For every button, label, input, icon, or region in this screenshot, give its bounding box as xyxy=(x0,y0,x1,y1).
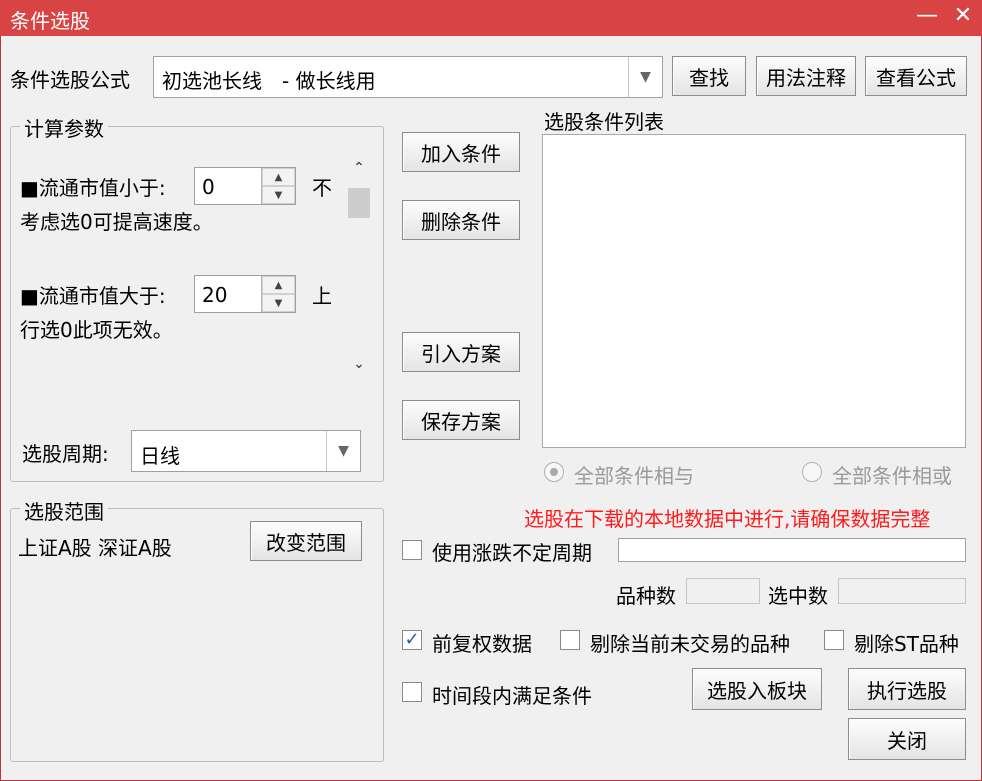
scroll-up-icon[interactable]: ⌃ xyxy=(348,160,370,176)
exclude-untraded-checkbox[interactable] xyxy=(560,630,580,650)
exclude-st-label: 剔除ST品种 xyxy=(854,632,959,656)
forward-adjust-checkbox[interactable]: ✓ xyxy=(402,630,422,650)
selected-field xyxy=(838,578,966,604)
import-scheme-button[interactable]: 引入方案 xyxy=(402,332,520,372)
forward-adjust-label: 前复权数据 xyxy=(432,632,532,656)
formula-value: 初选池长线 - 做长线用 xyxy=(162,69,376,93)
irregular-period-field[interactable] xyxy=(618,538,966,562)
radio-and[interactable] xyxy=(544,462,564,482)
scope-value: 上证A股 深证A股 xyxy=(18,536,172,560)
close-window-button[interactable]: ✕ xyxy=(948,3,978,28)
spin-down-icon[interactable]: ▼ xyxy=(262,186,295,204)
scope-legend: 选股范围 xyxy=(20,496,108,525)
exclude-untraded-label: 剔除当前未交易的品种 xyxy=(590,632,790,656)
chevron-down-icon[interactable]: ▼ xyxy=(628,57,662,97)
min-cap-suffix: 上 xyxy=(312,284,332,308)
max-cap-suffix: 不 xyxy=(312,176,332,200)
radio-and-label: 全部条件相与 xyxy=(574,464,694,488)
radio-or[interactable] xyxy=(802,462,822,482)
radio-or-label: 全部条件相或 xyxy=(832,464,952,488)
formula-label: 条件选股公式 xyxy=(10,68,130,92)
count-field xyxy=(686,578,760,604)
title-bar[interactable] xyxy=(0,0,982,36)
min-cap-note: 行选0此项无效。 xyxy=(20,318,173,342)
add-to-board-button[interactable]: 选股入板块 xyxy=(692,668,822,710)
period-label: 选股周期: xyxy=(22,442,109,466)
max-cap-stepper[interactable]: 0 ▲ ▼ xyxy=(194,167,296,205)
save-scheme-button[interactable]: 保存方案 xyxy=(402,400,520,440)
find-button[interactable]: 查找 xyxy=(672,56,746,96)
window-title: 条件选股 xyxy=(10,9,90,33)
add-condition-button[interactable]: 加入条件 xyxy=(402,132,520,172)
condition-list-label: 选股条件列表 xyxy=(544,110,664,134)
selected-label: 选中数 xyxy=(768,584,828,608)
formula-combobox[interactable]: 初选池长线 - 做长线用 ▼ xyxy=(153,56,663,98)
condition-list[interactable] xyxy=(542,134,966,448)
time-period-checkbox[interactable] xyxy=(402,682,422,702)
close-button[interactable]: 关闭 xyxy=(848,718,966,760)
delete-condition-button[interactable]: 删除条件 xyxy=(402,200,520,240)
view-formula-button[interactable]: 查看公式 xyxy=(865,56,967,96)
execute-button[interactable]: 执行选股 xyxy=(848,668,966,710)
count-label: 品种数 xyxy=(616,584,676,608)
warning-text: 选股在下载的本地数据中进行,请确保数据完整 xyxy=(524,507,931,531)
max-cap-note: 考虑选0可提高速度。 xyxy=(20,210,213,234)
max-cap-label: ■流通市值小于: xyxy=(20,176,166,200)
spin-down-icon[interactable]: ▼ xyxy=(262,294,295,312)
minimize-button[interactable]: — xyxy=(912,3,942,28)
min-cap-stepper[interactable]: 20 ▲ ▼ xyxy=(194,275,296,313)
irregular-period-checkbox[interactable] xyxy=(402,540,422,560)
change-scope-button[interactable]: 改变范围 xyxy=(250,521,362,561)
time-period-label: 时间段内满足条件 xyxy=(432,684,592,708)
period-value: 日线 xyxy=(140,444,180,468)
chevron-down-icon[interactable]: ▼ xyxy=(326,431,360,471)
irregular-period-label: 使用涨跌不定周期 xyxy=(432,541,592,565)
scroll-thumb[interactable] xyxy=(348,188,370,218)
min-cap-label: ■流通市值大于: xyxy=(20,284,166,308)
usage-notes-button[interactable]: 用法注释 xyxy=(756,56,856,96)
period-select[interactable]: 日线 ▼ xyxy=(131,430,361,472)
min-cap-value: 20 xyxy=(202,283,228,307)
params-legend: 计算参数 xyxy=(20,113,108,142)
exclude-st-checkbox[interactable] xyxy=(824,630,844,650)
spin-up-icon[interactable]: ▲ xyxy=(262,168,295,186)
max-cap-value: 0 xyxy=(202,175,215,199)
spin-up-icon[interactable]: ▲ xyxy=(262,276,295,294)
scroll-down-icon[interactable]: ⌄ xyxy=(348,356,370,372)
params-scrollbar[interactable]: ⌃ ⌄ xyxy=(346,160,372,380)
